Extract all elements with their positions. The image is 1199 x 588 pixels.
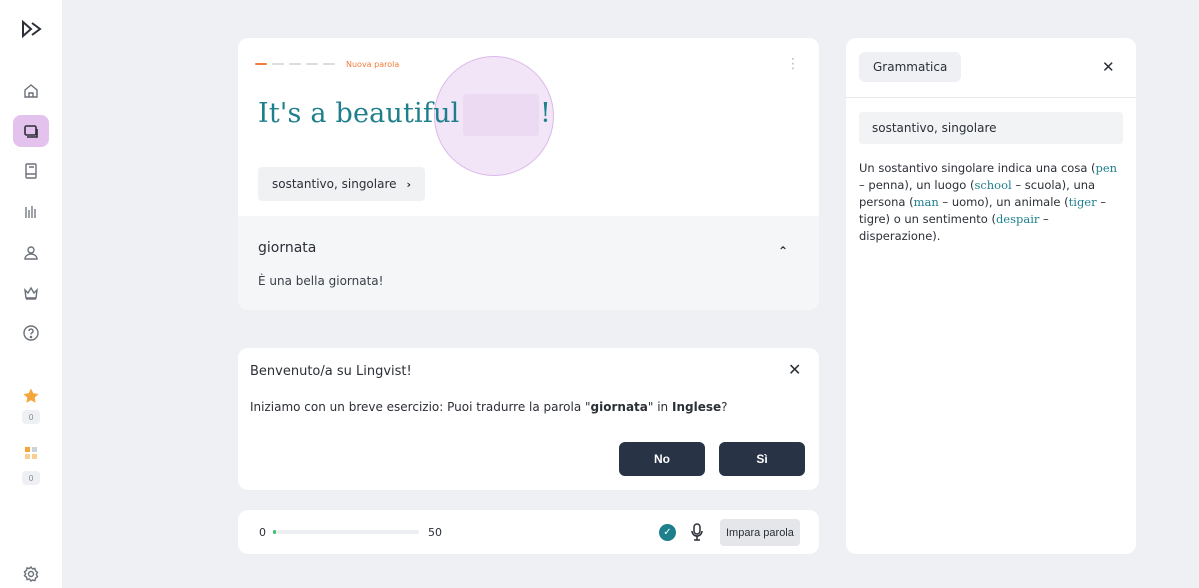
progress-dash (272, 63, 284, 65)
star-icon (13, 380, 49, 412)
grammar-text: – penna), un luogo ( (859, 178, 975, 192)
grammar-example[interactable]: school (974, 178, 1011, 192)
progress-current: 0 (259, 526, 266, 539)
translation-word: giornata (258, 240, 317, 256)
user-icon[interactable] (13, 237, 49, 269)
welcome-message: Iniziamo con un breve esercizio: Puoi tr… (250, 400, 728, 414)
sidebar: 0 0 (0, 0, 62, 588)
daily-progress-bar: 0 50 ✓ Impara parola (238, 510, 819, 554)
progress-dash (289, 63, 301, 65)
close-icon[interactable]: ✕ (788, 360, 801, 379)
no-button[interactable]: No (619, 442, 705, 476)
divider (846, 97, 1136, 98)
learn-word-button[interactable]: Impara parola (720, 519, 800, 546)
grammar-chip-button[interactable]: sostantivo, singolare › (258, 167, 426, 201)
answer-input[interactable] (463, 94, 539, 136)
grammar-text: – uomo), un animale ( (938, 195, 1069, 209)
progress-dash (306, 63, 318, 65)
welcome-text-part: " in (647, 400, 672, 414)
grammar-chip-label: sostantivo, singolare (272, 177, 397, 191)
chevron-right-icon: › (406, 177, 412, 191)
welcome-language: Inglese (671, 400, 722, 414)
grammar-example[interactable]: tiger (1069, 195, 1097, 209)
home-icon[interactable] (13, 75, 49, 107)
grammar-example[interactable]: despair (996, 212, 1039, 226)
help-icon[interactable] (13, 317, 49, 349)
cards-icon[interactable] (13, 115, 49, 147)
welcome-text-part: Iniziamo con un breve esercizio: Puoi tr… (250, 400, 591, 414)
grammar-text: Un sostantivo singolare indica una cosa … (859, 161, 1096, 175)
book-icon[interactable] (13, 155, 49, 187)
translation-sentence: È una bella giornata! (258, 274, 384, 288)
grammar-panel: Grammatica ✕ sostantivo, singolare Un so… (846, 38, 1136, 554)
welcome-text-part: ? (721, 400, 728, 414)
grammar-type-label: sostantivo, singolare (859, 112, 1123, 144)
word-progress-dashes (255, 63, 335, 65)
words-grid-icon (13, 437, 49, 469)
crown-icon[interactable] (13, 277, 49, 309)
more-options-icon[interactable]: ⋮ (784, 56, 802, 78)
exercise-card: Nuova parola ⋮ It's a beautiful ! sostan… (238, 38, 819, 310)
sentence-end: ! (540, 98, 551, 129)
welcome-word: giornata (590, 400, 648, 414)
grammar-tab[interactable]: Grammatica (859, 52, 962, 82)
stats-icon[interactable] (13, 196, 49, 228)
translation-panel: giornata È una bella giornata! ⌃ (238, 216, 819, 310)
settings-icon[interactable] (13, 562, 49, 586)
yes-button[interactable]: Sì (719, 442, 805, 476)
progress-target: 50 (428, 526, 442, 539)
welcome-dialog: Benvenuto/a su Lingvist! ✕ Iniziamo con … (238, 348, 819, 490)
progress-dash (323, 63, 335, 65)
progress-dash (255, 63, 267, 65)
welcome-title: Benvenuto/a su Lingvist! (250, 364, 412, 379)
grammar-example[interactable]: pen (1096, 161, 1118, 175)
chevron-up-icon[interactable]: ⌃ (778, 244, 788, 258)
streak-counter: 0 (22, 410, 40, 424)
check-icon[interactable]: ✓ (659, 524, 676, 541)
new-word-label: Nuova parola (346, 60, 400, 69)
microphone-icon[interactable] (690, 522, 704, 542)
grammar-explanation: Un sostantivo singolare indica una cosa … (859, 160, 1125, 245)
words-counter: 0 (22, 471, 40, 485)
sentence-text: It's a beautiful (258, 98, 460, 129)
lingvist-logo-icon[interactable] (20, 19, 44, 39)
progress-fill (273, 530, 276, 534)
close-icon[interactable]: ✕ (1102, 58, 1115, 76)
progress-track (273, 530, 419, 534)
grammar-example[interactable]: man (914, 195, 939, 209)
